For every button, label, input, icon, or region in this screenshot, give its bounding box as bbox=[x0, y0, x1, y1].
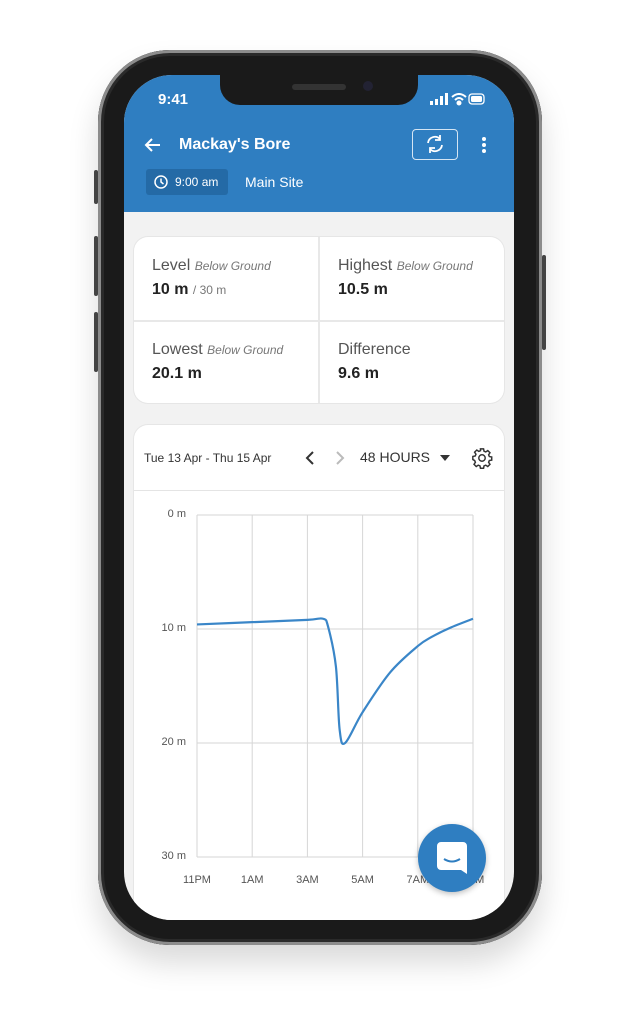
y-tick-label: 0 m bbox=[167, 508, 186, 520]
chat-button[interactable] bbox=[418, 824, 486, 892]
x-tick-label: 11PM bbox=[183, 874, 211, 886]
y-tick-label: 30 m bbox=[161, 850, 186, 862]
volume-down-button bbox=[94, 312, 98, 372]
y-tick-label: 10 m bbox=[161, 622, 186, 634]
x-tick-label: 3AM bbox=[296, 874, 319, 886]
x-tick-label: 1AM bbox=[240, 874, 264, 886]
x-tick-label: 5AM bbox=[351, 874, 374, 886]
app-screen: 9:41 Mackay's Bore 9:00 am Main Site Lev… bbox=[124, 75, 514, 920]
mute-switch bbox=[94, 170, 98, 204]
y-tick-label: 20 m bbox=[161, 736, 186, 748]
power-button bbox=[542, 255, 546, 350]
series-line bbox=[196, 617, 474, 745]
depth-chart bbox=[196, 514, 474, 858]
volume-up-button bbox=[94, 236, 98, 296]
chat-icon bbox=[437, 842, 467, 874]
